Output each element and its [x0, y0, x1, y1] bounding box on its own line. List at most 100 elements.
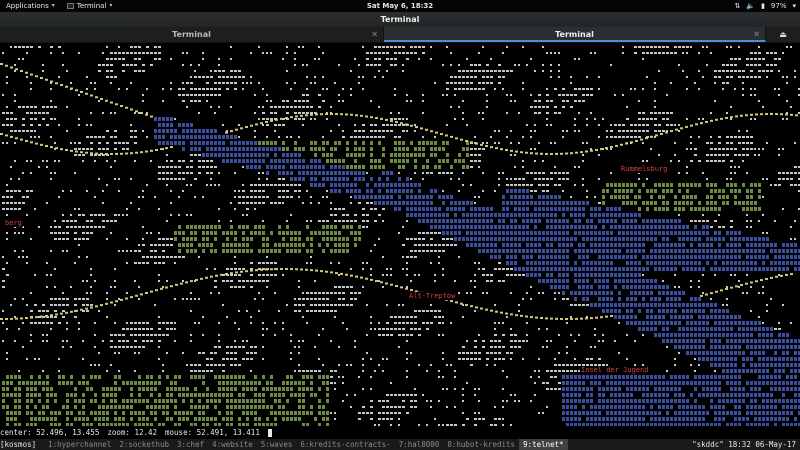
street-cell — [278, 202, 281, 204]
terminal-view[interactable]: Rummelsburg berg Alt-Treptow Insel der J… — [0, 43, 800, 450]
street-cell — [310, 118, 312, 120]
street-cell — [766, 178, 768, 180]
ascii-map[interactable]: Rummelsburg berg Alt-Treptow Insel der J… — [0, 43, 800, 426]
close-icon[interactable]: ✕ — [371, 27, 378, 42]
park-cell — [290, 411, 293, 415]
street-cell — [362, 226, 365, 228]
street-cell — [778, 94, 780, 96]
park-cell — [282, 417, 285, 421]
window-title-bar[interactable]: Terminal — [0, 12, 800, 27]
park-cell — [298, 381, 301, 385]
street-cell — [598, 136, 600, 138]
park-cell — [326, 153, 329, 157]
water-cell — [354, 177, 357, 181]
water-cell — [774, 363, 777, 367]
street-cell — [34, 106, 37, 108]
water-cell — [586, 411, 589, 415]
water-cell — [658, 267, 661, 271]
park-cell — [322, 411, 325, 415]
street-cell — [198, 100, 201, 102]
street-cell — [402, 322, 405, 324]
water-cell — [754, 363, 757, 367]
water-cell — [354, 189, 357, 193]
street-cell — [30, 136, 32, 138]
water-cell — [714, 345, 717, 349]
water-cell — [754, 369, 757, 373]
street-cell — [10, 304, 12, 306]
street-cell — [318, 298, 321, 300]
street-cell — [34, 304, 37, 306]
street-cell — [170, 190, 172, 192]
system-status-area[interactable]: ⇅ 🔈 ▮ 97% ▾ — [734, 0, 796, 12]
water-cell — [674, 261, 677, 265]
water-cell — [618, 267, 621, 271]
water-cell — [746, 267, 749, 271]
water-cell — [186, 135, 189, 139]
street-cell — [438, 250, 441, 252]
water-cell — [770, 411, 773, 415]
street-cell — [266, 136, 268, 138]
water-cell — [454, 213, 457, 217]
park-cell — [318, 231, 321, 235]
water-cell — [582, 399, 585, 403]
park-cell — [18, 375, 21, 379]
water-cell — [654, 243, 657, 247]
park-cell — [82, 411, 85, 415]
street-cell — [170, 58, 172, 60]
park-cell — [150, 387, 153, 391]
park-cell — [150, 423, 153, 426]
water-cell — [734, 417, 737, 421]
water-cell — [510, 249, 513, 253]
water-cell — [786, 249, 789, 253]
park-cell — [34, 381, 37, 385]
clock[interactable]: Sat May 6, 18:32 — [0, 0, 800, 12]
street-cell — [106, 316, 108, 318]
water-cell — [794, 357, 797, 361]
water-cell — [678, 243, 681, 247]
water-cell — [606, 213, 609, 217]
street-cell — [730, 70, 733, 72]
street-cell — [66, 250, 68, 252]
water-cell — [582, 207, 585, 211]
tab-terminal-1[interactable]: Terminal ✕ — [0, 27, 384, 42]
water-cell — [614, 405, 617, 409]
street-cell — [478, 166, 480, 168]
street-cell — [46, 202, 48, 204]
water-cell — [414, 201, 417, 205]
water-cell — [650, 423, 653, 426]
street-cell — [266, 328, 268, 330]
street-cell — [78, 298, 81, 300]
street-cell — [190, 184, 192, 186]
water-cell — [746, 255, 749, 259]
water-cell — [642, 279, 645, 283]
water-cell — [694, 375, 697, 379]
water-cell — [690, 423, 693, 426]
street-cell — [506, 184, 509, 186]
park-cell — [266, 141, 269, 145]
water-cell — [634, 297, 637, 301]
park-cell — [326, 225, 329, 229]
street-cell — [694, 220, 697, 222]
street-cell — [58, 226, 61, 228]
app-menu[interactable]: Terminal ▾ — [61, 0, 119, 12]
water-cell — [562, 375, 565, 379]
water-cell — [614, 411, 617, 415]
tab-terminal-2[interactable]: Terminal ✕ — [384, 27, 766, 42]
street-cell — [610, 64, 612, 66]
park-cell — [742, 183, 745, 187]
close-icon[interactable]: ✕ — [753, 27, 760, 42]
street-cell — [182, 52, 184, 54]
water-cell — [506, 237, 509, 241]
water-cell — [566, 387, 569, 391]
park-cell — [146, 381, 149, 385]
applications-menu[interactable]: Applications ▾ — [0, 0, 61, 12]
water-cell — [422, 219, 425, 223]
tab-menu-button[interactable]: ⏏ — [766, 27, 800, 42]
water-cell — [534, 219, 537, 223]
street-cell — [234, 172, 236, 174]
street-cell — [758, 100, 760, 102]
water-cell — [782, 423, 785, 426]
street-cell — [138, 298, 140, 300]
street-cell — [494, 304, 496, 306]
street-cell — [558, 76, 560, 78]
